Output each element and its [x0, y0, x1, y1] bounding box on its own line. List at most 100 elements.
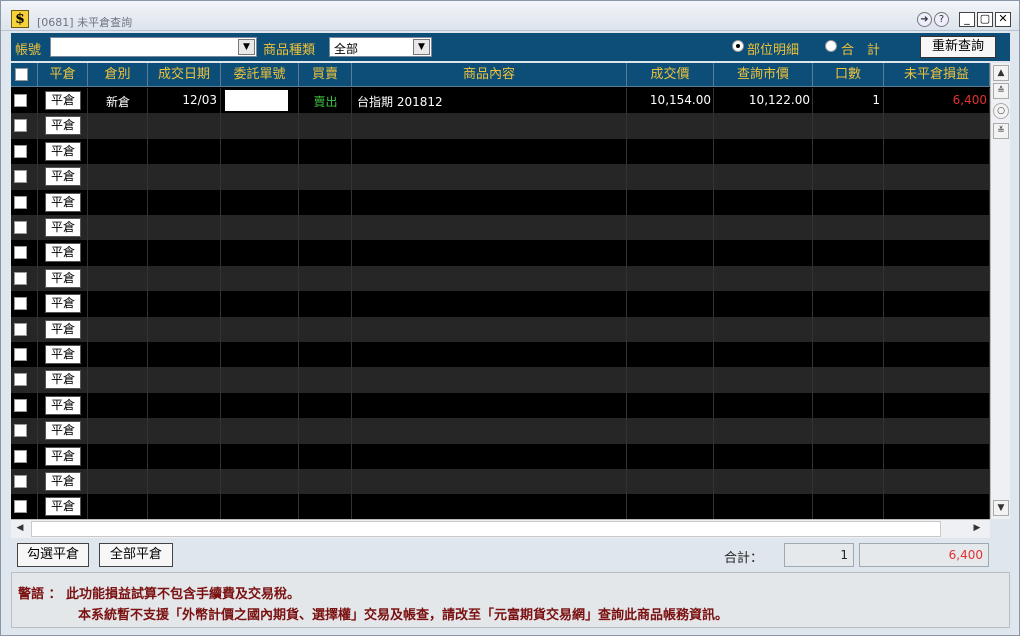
row-close-button[interactable]: 平倉 [45, 268, 81, 288]
row-close-button[interactable]: 平倉 [45, 345, 81, 364]
row-checkbox[interactable] [14, 144, 27, 158]
scroll-center-icon[interactable]: ○ [993, 103, 1009, 119]
row-close-button[interactable]: 平倉 [45, 243, 81, 263]
order-no-field[interactable] [225, 90, 288, 111]
table-row[interactable]: 平倉 [11, 189, 990, 215]
row-checkbox[interactable] [14, 500, 27, 514]
product-type-label: 商品種類 [263, 43, 316, 58]
row-checkbox[interactable] [14, 475, 27, 488]
scroll-thumb[interactable] [31, 521, 941, 537]
help-icon[interactable]: ? [934, 12, 949, 27]
row-checkbox[interactable] [14, 297, 27, 311]
table-row[interactable]: 平倉 [11, 469, 990, 495]
row-checkbox[interactable] [14, 170, 27, 184]
table-row[interactable]: 平倉 [11, 164, 990, 190]
table-cell [88, 469, 148, 495]
table-row[interactable]: 平倉 [11, 316, 990, 342]
row-close-button[interactable]: 平倉 [45, 446, 81, 466]
minimize-button[interactable]: _ [959, 12, 975, 27]
row-close-button[interactable]: 平倉 [45, 91, 81, 110]
row-checkbox[interactable] [14, 398, 27, 412]
row-close-button[interactable]: 平倉 [45, 294, 81, 314]
row-checkbox[interactable] [14, 424, 27, 438]
table-row[interactable]: 平倉 [11, 113, 990, 139]
table-row[interactable]: 平倉 [11, 418, 990, 444]
row-close-button[interactable]: 平倉 [45, 497, 81, 517]
table-cell [88, 189, 148, 215]
radio-total[interactable] [825, 40, 837, 52]
row-close-button[interactable]: 平倉 [45, 370, 81, 390]
table-row[interactable]: 平倉 [11, 443, 990, 469]
row-close-button[interactable]: 平倉 [45, 395, 81, 415]
table-row[interactable]: 平倉 [11, 291, 990, 317]
radio-detail[interactable] [732, 40, 744, 52]
table-cell [714, 215, 813, 241]
scroll-up-icon[interactable]: ▲ [993, 65, 1009, 81]
row-close-button[interactable]: 平倉 [45, 141, 81, 161]
horizontal-scrollbar[interactable]: ◀ ▶ [11, 519, 990, 538]
table-row[interactable]: 平倉 [11, 342, 990, 368]
table-row[interactable]: 平倉 新倉 12/03 賣出 台指期 201812 10,154.00 10,122.00 1… [11, 88, 990, 114]
refresh-button[interactable]: 重新查詢 [920, 36, 996, 58]
account-select[interactable]: ▼ [50, 37, 257, 57]
table-row[interactable]: 平倉 [11, 392, 990, 419]
export-icon[interactable]: ➜ [917, 12, 932, 27]
vertical-scrollbar[interactable]: ▲ ≙ ○ ≚ ▼ [990, 63, 1010, 519]
chevron-down-icon[interactable]: ▼ [238, 39, 255, 55]
table-cell [627, 138, 714, 165]
row-checkbox[interactable] [14, 221, 27, 234]
table-row[interactable]: 平倉 [11, 138, 990, 165]
row-close-button[interactable]: 平倉 [45, 218, 81, 237]
table-cell [813, 215, 884, 241]
table-cell [813, 469, 884, 495]
row-checkbox[interactable] [14, 119, 27, 133]
row-checkbox[interactable] [14, 246, 27, 260]
table-cell [299, 240, 352, 266]
table-row[interactable]: 平倉 [11, 240, 990, 266]
table-row[interactable]: 平倉 [11, 215, 990, 241]
row-checkbox[interactable] [14, 373, 27, 387]
maximize-button[interactable]: ▢ [977, 12, 993, 27]
row-close-button[interactable]: 平倉 [45, 116, 81, 136]
row-checkbox[interactable] [14, 322, 27, 336]
close-all-button[interactable]: 全部平倉 [99, 543, 173, 567]
row-close-button[interactable]: 平倉 [45, 192, 81, 212]
table-cell [813, 164, 884, 190]
table-row[interactable]: 平倉 [11, 494, 990, 519]
row-checkbox[interactable] [14, 348, 27, 361]
scroll-bottom-icon[interactable]: ≚ [993, 123, 1009, 139]
scroll-left-icon[interactable]: ◀ [12, 521, 28, 537]
table-cell [884, 342, 990, 368]
table-cell [627, 443, 714, 469]
header-select-all[interactable] [11, 63, 38, 87]
table-cell [221, 164, 299, 190]
table-cell [714, 443, 813, 469]
table-cell [884, 189, 990, 215]
row-checkbox[interactable] [14, 94, 27, 107]
product-type-select[interactable]: 全部 ▼ [329, 37, 432, 57]
select-close-button[interactable]: 勾選平倉 [17, 543, 89, 567]
table-cell [88, 265, 148, 292]
row-checkbox[interactable] [14, 449, 27, 463]
cell-market-price: 10,122.00 [748, 93, 810, 107]
chevron-down-icon[interactable]: ▼ [413, 39, 430, 55]
table-row[interactable]: 平倉 [11, 265, 990, 292]
account-label: 帳號 [15, 43, 42, 58]
row-close-button[interactable]: 平倉 [45, 472, 81, 491]
scroll-right-icon[interactable]: ▶ [969, 521, 985, 537]
table-cell [88, 392, 148, 419]
select-all-checkbox[interactable] [15, 68, 28, 81]
scroll-down-icon[interactable]: ▼ [993, 500, 1009, 516]
row-close-button[interactable]: 平倉 [45, 167, 81, 187]
table-cell [627, 164, 714, 190]
row-checkbox[interactable] [14, 271, 27, 285]
row-close-button[interactable]: 平倉 [45, 319, 81, 339]
scroll-top-icon[interactable]: ≙ [993, 83, 1009, 99]
row-close-button[interactable]: 平倉 [45, 421, 81, 441]
close-window-button[interactable]: ✕ [995, 12, 1011, 27]
table-row[interactable]: 平倉 [11, 367, 990, 393]
cell-unrealized-pnl: 6,400 [952, 93, 987, 107]
warning-line-1: 警語 ： 此功能損益試算不包含手續費及交易稅。 [18, 587, 301, 602]
table-cell [221, 215, 299, 241]
row-checkbox[interactable] [14, 195, 27, 209]
